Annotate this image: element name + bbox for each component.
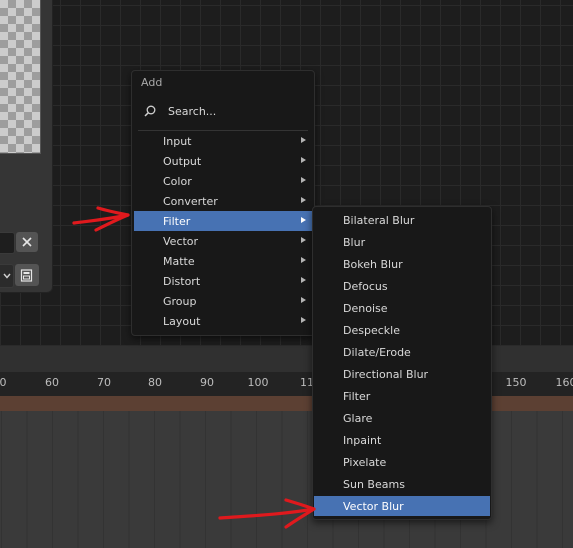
filter-item-inpaint[interactable]: Inpaint	[314, 430, 490, 450]
add-menu-title: Add	[141, 76, 163, 89]
annotation-arrow-filter	[72, 206, 130, 232]
ruler-tick-label: 80	[148, 376, 162, 389]
filter-item-label: Inpaint	[343, 433, 382, 447]
filter-item-label: Filter	[343, 389, 371, 403]
filter-item-label: Despeckle	[343, 323, 400, 337]
submenu-arrow-icon	[301, 217, 306, 223]
menu-item-output[interactable]: Output	[134, 151, 312, 171]
submenu-arrow-icon	[301, 237, 306, 243]
menu-item-label: Distort	[163, 274, 201, 288]
menu-item-label: Group	[163, 294, 197, 308]
ruler-tick-label: 100	[247, 376, 269, 389]
filter-item-pixelate[interactable]: Pixelate	[314, 452, 490, 472]
menu-item-distort[interactable]: Distort	[134, 271, 312, 291]
menu-search-field[interactable]: Search...	[135, 101, 311, 121]
menu-item-group[interactable]: Group	[134, 291, 312, 311]
filter-item-glare[interactable]: Glare	[314, 408, 490, 428]
search-icon	[144, 105, 156, 117]
menu-search-label: Search...	[168, 104, 217, 118]
ruler-tick-label: 150	[505, 376, 527, 389]
menu-item-input[interactable]: Input	[134, 131, 312, 151]
filter-item-label: Bokeh Blur	[343, 257, 403, 271]
filter-submenu: Bilateral Blur Blur Bokeh Blur Defocus Denoi…	[312, 206, 492, 520]
filter-item-vector-blur[interactable]: Vector Blur	[314, 496, 490, 516]
image-node-panel	[0, 0, 53, 293]
menu-item-converter[interactable]: Converter	[134, 191, 312, 211]
menu-item-filter[interactable]: Filter	[134, 211, 312, 231]
menu-item-label: Matte	[163, 254, 195, 268]
ruler-tick-label: 90	[200, 376, 214, 389]
filter-item-despeckle[interactable]: Despeckle	[314, 320, 490, 340]
filter-item-label: Sun Beams	[343, 477, 405, 491]
submenu-arrow-icon	[301, 177, 306, 183]
menu-item-label: Filter	[163, 214, 191, 228]
filter-item-filter[interactable]: Filter	[314, 386, 490, 406]
filter-item-label: Denoise	[343, 301, 388, 315]
filter-item-dilate-erode[interactable]: Dilate/Erode	[314, 342, 490, 362]
menu-item-label: Input	[163, 134, 192, 148]
filter-item-label: Defocus	[343, 279, 388, 293]
image-browse-dropdown[interactable]	[0, 264, 14, 288]
filter-item-bilateral-blur[interactable]: Bilateral Blur	[314, 210, 490, 230]
filter-item-label: Bilateral Blur	[343, 213, 415, 227]
add-menu: Add Search... Input Output Color Converter F…	[131, 70, 315, 336]
menu-item-label: Layout	[163, 314, 201, 328]
submenu-arrow-icon	[301, 277, 306, 283]
submenu-arrow-icon	[301, 317, 306, 323]
submenu-arrow-icon	[301, 197, 306, 203]
ruler-tick-label: 0	[0, 376, 7, 389]
ruler-tick-label: 60	[45, 376, 59, 389]
menu-item-matte[interactable]: Matte	[134, 251, 312, 271]
filter-item-bokeh-blur[interactable]: Bokeh Blur	[314, 254, 490, 274]
image-preview-checkerboard	[0, 0, 41, 154]
chevron-down-icon	[2, 273, 11, 279]
image-name-field[interactable]	[0, 232, 15, 254]
close-icon	[22, 237, 32, 247]
filter-item-label: Glare	[343, 411, 373, 425]
filter-item-label: Vector Blur	[343, 499, 404, 513]
submenu-arrow-icon	[301, 137, 306, 143]
filter-item-blur[interactable]: Blur	[314, 232, 490, 252]
menu-item-vector[interactable]: Vector	[134, 231, 312, 251]
filter-item-sun-beams[interactable]: Sun Beams	[314, 474, 490, 494]
menu-item-color[interactable]: Color	[134, 171, 312, 191]
filter-item-label: Pixelate	[343, 455, 387, 469]
unlink-button[interactable]	[16, 232, 38, 252]
annotation-arrow-vector-blur	[218, 498, 316, 529]
filter-item-directional-blur[interactable]: Directional Blur	[314, 364, 490, 384]
filter-item-label: Dilate/Erode	[343, 345, 411, 359]
fake-user-icon	[20, 269, 33, 282]
submenu-arrow-icon	[301, 297, 306, 303]
menu-item-label: Output	[163, 154, 202, 168]
ruler-tick-label: 70	[97, 376, 111, 389]
fake-user-button[interactable]	[15, 264, 39, 286]
menu-item-label: Vector	[163, 234, 199, 248]
filter-item-defocus[interactable]: Defocus	[314, 276, 490, 296]
submenu-arrow-icon	[301, 257, 306, 263]
ruler-tick-label: 160	[555, 376, 573, 389]
menu-item-label: Color	[163, 174, 192, 188]
filter-item-label: Directional Blur	[343, 367, 429, 381]
menu-item-layout[interactable]: Layout	[134, 311, 312, 331]
filter-item-denoise[interactable]: Denoise	[314, 298, 490, 318]
submenu-arrow-icon	[301, 157, 306, 163]
menu-item-label: Converter	[163, 194, 218, 208]
filter-item-label: Blur	[343, 235, 366, 249]
